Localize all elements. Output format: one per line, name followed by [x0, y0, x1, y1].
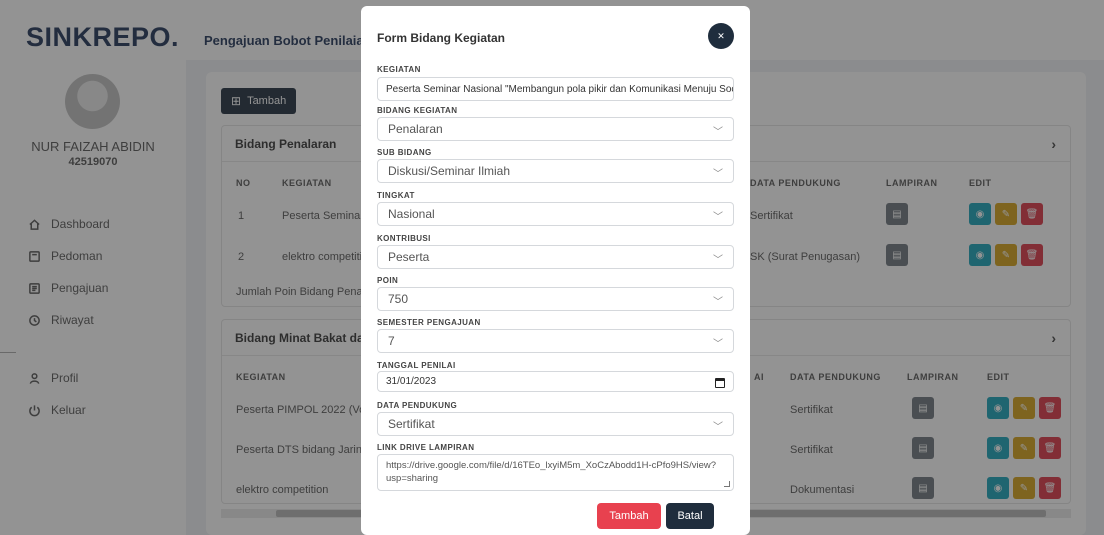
- tingkat-select[interactable]: Nasional ﹀: [377, 202, 734, 226]
- poin-select[interactable]: 750 ﹀: [377, 287, 734, 311]
- chevron-down-icon: ﹀: [713, 127, 723, 138]
- data-pendukung-label: DATA PENDUKUNG: [377, 401, 458, 410]
- poin-label: POIN: [377, 276, 399, 285]
- close-icon: ✕: [717, 30, 725, 41]
- tingkat-label: TINGKAT: [377, 191, 415, 200]
- bidang-kegiatan-select[interactable]: Penalaran ﹀: [377, 117, 734, 141]
- select-value: Penalaran: [388, 122, 443, 136]
- sub-bidang-select[interactable]: Diskusi/Seminar Ilmiah ﹀: [377, 159, 734, 183]
- chevron-down-icon: ﹀: [713, 212, 723, 223]
- sub-bidang-label: SUB BIDANG: [377, 148, 432, 157]
- select-value: Sertifikat: [388, 417, 435, 431]
- cancel-button[interactable]: Batal: [666, 503, 714, 529]
- chevron-down-icon: ﹀: [713, 297, 723, 308]
- kegiatan-label: KEGIATAN: [377, 65, 421, 74]
- select-value: Nasional: [388, 207, 435, 221]
- resize-handle-icon[interactable]: [724, 481, 730, 487]
- date-value: 31/01/2023: [386, 376, 437, 387]
- select-value: 7: [388, 334, 395, 348]
- chevron-down-icon: ﹀: [713, 339, 723, 350]
- select-value: Peserta: [388, 250, 430, 264]
- chevron-down-icon: ﹀: [713, 255, 723, 266]
- modal-title: Form Bidang Kegiatan: [377, 31, 506, 45]
- bidang-kegiatan-label: BIDANG KEGIATAN: [377, 106, 458, 115]
- calendar-icon[interactable]: [715, 378, 725, 388]
- link-drive-textarea[interactable]: https://drive.google.com/file/d/16TEo_lx…: [377, 454, 734, 491]
- kegiatan-input[interactable]: Peserta Seminar Nasional "Membangun pola…: [377, 77, 734, 101]
- chevron-down-icon: ﹀: [713, 422, 723, 433]
- kontribusi-select[interactable]: Peserta ﹀: [377, 245, 734, 269]
- semester-select[interactable]: 7 ﹀: [377, 329, 734, 353]
- close-button[interactable]: ✕: [708, 23, 734, 49]
- select-value: Diskusi/Seminar Ilmiah: [388, 164, 511, 178]
- data-pendukung-select[interactable]: Sertifikat ﹀: [377, 412, 734, 436]
- textarea-value: https://drive.google.com/file/d/16TEo_lx…: [386, 460, 717, 484]
- tanggal-input[interactable]: 31/01/2023: [377, 371, 734, 392]
- tanggal-label: TANGGAL PENILAI: [377, 361, 456, 370]
- link-drive-label: LINK DRIVE LAMPIRAN: [377, 443, 475, 452]
- chevron-down-icon: ﹀: [713, 169, 723, 180]
- submit-button[interactable]: Tambah: [597, 503, 661, 529]
- form-modal: Form Bidang Kegiatan ✕ KEGIATAN Peserta …: [361, 6, 750, 535]
- semester-label: SEMESTER PENGAJUAN: [377, 318, 481, 327]
- kontribusi-label: KONTRIBUSI: [377, 234, 431, 243]
- select-value: 750: [388, 292, 409, 306]
